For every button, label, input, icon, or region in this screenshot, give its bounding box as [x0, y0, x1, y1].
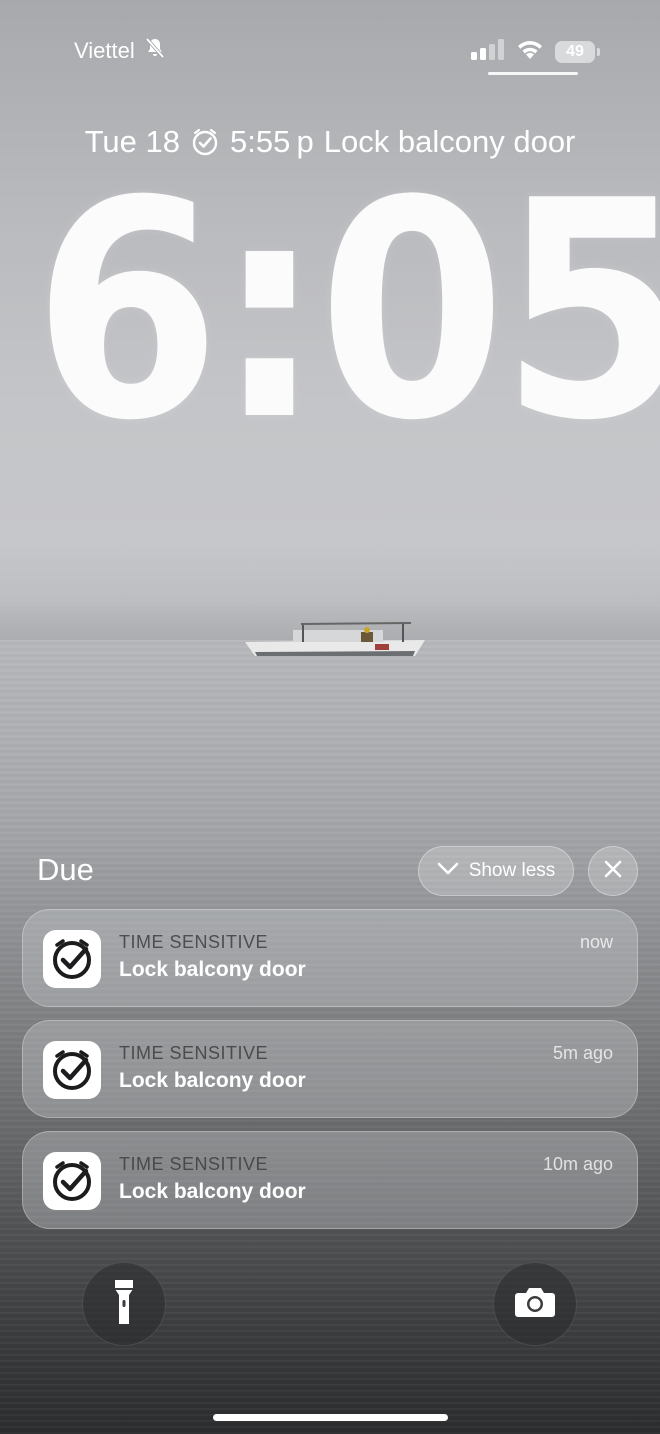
battery-indicator: 49: [555, 40, 595, 63]
lock-screen: Viettel 49 Tue 18 5:55 p Lock balcony do…: [0, 0, 660, 1434]
notification-group-title: Due: [37, 852, 94, 887]
notification-title: Lock balcony door: [119, 1180, 306, 1203]
status-underline: [488, 72, 578, 75]
notification-card[interactable]: TIME SENSITIVE Lock balcony door 10m ago: [22, 1131, 638, 1229]
notification-card[interactable]: TIME SENSITIVE Lock balcony door now: [22, 909, 638, 1007]
carrier-group: Viettel: [74, 36, 167, 66]
notification-title: Lock balcony door: [119, 1069, 306, 1092]
clear-notifications-button[interactable]: [588, 846, 638, 896]
status-indicators: 49: [471, 38, 600, 65]
chevron-down-icon: [437, 860, 459, 882]
notification-kind: TIME SENSITIVE: [119, 1043, 269, 1063]
reminder-check-icon: [43, 1152, 101, 1210]
fishing-boat-image: [245, 622, 425, 656]
status-bar: Viettel 49: [74, 36, 600, 75]
cellular-signal-icon: [471, 38, 505, 65]
lock-clock: 6:05: [33, 137, 660, 486]
show-less-label: Show less: [468, 860, 556, 881]
reminder-check-icon: [43, 930, 101, 988]
notification-kind: TIME SENSITIVE: [119, 1154, 269, 1174]
notification-kind: TIME SENSITIVE: [119, 932, 269, 952]
flashlight-icon: [112, 1278, 136, 1331]
notification-time: 5m ago: [552, 1043, 613, 1063]
flashlight-button[interactable]: [82, 1262, 166, 1346]
battery-nub: [597, 47, 600, 56]
notification-time: now: [579, 932, 613, 952]
notification-title: Lock balcony door: [119, 958, 306, 981]
show-less-button[interactable]: Show less: [418, 846, 574, 896]
wifi-icon: [515, 38, 545, 65]
reminder-check-icon: [43, 1041, 101, 1099]
battery-level: 49: [566, 42, 584, 60]
close-icon: [603, 859, 623, 884]
camera-button[interactable]: [493, 1262, 577, 1346]
bell-slash-icon: [143, 36, 167, 66]
home-indicator[interactable]: [213, 1414, 448, 1421]
camera-icon: [514, 1285, 556, 1324]
notification-card[interactable]: TIME SENSITIVE Lock balcony door 5m ago: [22, 1020, 638, 1118]
carrier-name: Viettel: [74, 38, 135, 63]
notification-time: 10m ago: [542, 1154, 613, 1174]
